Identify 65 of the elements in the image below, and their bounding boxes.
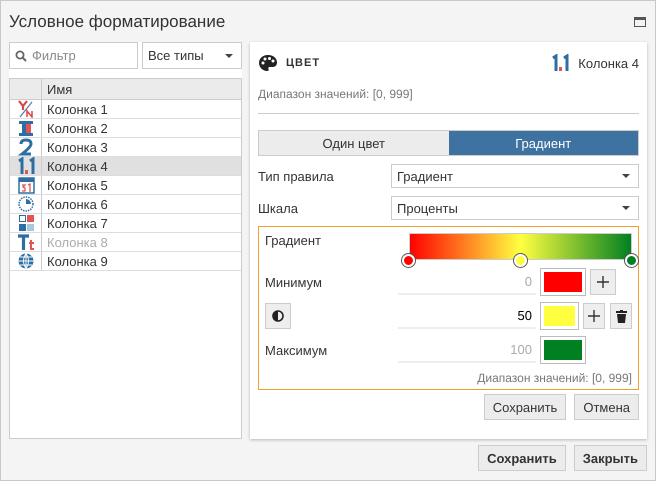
save-button[interactable]: Сохранить	[484, 394, 566, 420]
search-icon	[15, 50, 27, 62]
close-button[interactable]: Закрыть	[574, 445, 647, 471]
add-stop-button[interactable]	[583, 303, 606, 329]
field-label: Градиент	[265, 233, 322, 248]
color-swatch[interactable]	[541, 269, 585, 295]
globe-type-icon	[16, 252, 36, 270]
window-title: Условное форматирование	[9, 12, 226, 32]
color-swatch[interactable]	[541, 303, 578, 329]
rule-type-select[interactable]: Градиент	[391, 164, 639, 188]
column-row[interactable]: Колонка 1	[10, 100, 241, 119]
column-name: Колонка 7	[46, 214, 108, 232]
decimal-type-icon	[550, 54, 570, 72]
decimal-type-icon	[16, 157, 36, 175]
column-row[interactable]: Колонка 2	[10, 119, 241, 138]
plus-icon	[597, 276, 609, 288]
mode-tab[interactable]: Один цвет	[259, 131, 448, 155]
filter-field[interactable]: Фильтр	[9, 42, 138, 69]
column-name: Колонка 2	[46, 120, 108, 137]
text-type-icon	[16, 233, 36, 251]
palette-icon	[258, 54, 278, 72]
time-type-icon	[16, 195, 36, 213]
trash-icon	[616, 310, 627, 322]
type-select[interactable]: Все типы	[142, 42, 242, 69]
maximize-icon[interactable]	[634, 16, 646, 26]
scale-select[interactable]: Проценты	[391, 196, 639, 220]
caret-icon	[622, 206, 630, 210]
column-name: Колонка 9	[46, 252, 108, 270]
field-label: Тип правила	[258, 168, 335, 184]
color-swatch[interactable]	[541, 337, 585, 363]
gradient-stop-handle[interactable]	[625, 254, 638, 267]
delete-button[interactable]	[610, 303, 632, 329]
gradient-stop-handle[interactable]	[514, 254, 526, 267]
section-title: ЦВЕТ	[286, 57, 320, 69]
contrast-icon	[272, 310, 284, 322]
caret-icon	[225, 54, 233, 58]
add-stop-button[interactable]	[590, 269, 616, 295]
boolean-type-icon	[16, 100, 36, 118]
column-name: Колонка 8	[46, 234, 108, 251]
column-header: Имя	[46, 80, 72, 98]
caret-icon	[622, 174, 630, 178]
stop-label: Максимум	[265, 342, 328, 358]
plus-icon	[588, 310, 600, 322]
column-row[interactable]: Колонка 4	[10, 157, 241, 176]
column-name: Колонка 6	[46, 196, 108, 213]
column-row[interactable]: Колонка 6	[10, 195, 241, 214]
column-name: Колонка 4	[578, 56, 639, 70]
column-row[interactable]: Колонка 7	[10, 214, 241, 233]
cancel-button[interactable]: Отмена	[574, 394, 639, 420]
column-name: Колонка 4	[46, 158, 108, 175]
column-row[interactable]: Колонка 9	[10, 252, 241, 271]
date-type-icon	[16, 176, 36, 194]
range-text: Диапазон значений: [0, 999]	[476, 371, 632, 385]
column-name: Колонка 3	[46, 138, 108, 156]
range-text: Диапазон значений: [0, 999]	[258, 87, 414, 101]
gradient-stop-handle[interactable]	[402, 254, 415, 267]
column-name: Колонка 5	[46, 176, 108, 194]
integer-type-icon	[16, 138, 36, 156]
column-name: Колонка 1	[46, 100, 108, 118]
field-label: Шкала	[258, 200, 299, 216]
contrast-button[interactable]	[265, 303, 291, 329]
save-button[interactable]: Сохранить	[478, 445, 566, 471]
stop-label: Минимум	[265, 274, 323, 290]
mode-tab[interactable]: Градиент	[448, 131, 638, 155]
column-row[interactable]: Колонка 5	[10, 176, 241, 195]
